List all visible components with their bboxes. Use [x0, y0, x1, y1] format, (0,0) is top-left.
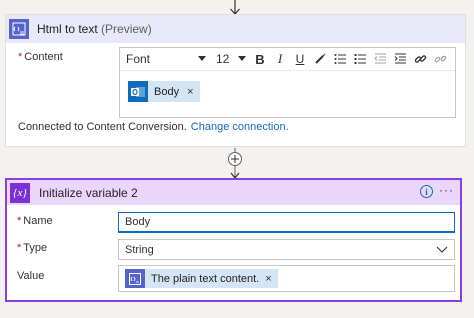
link-icon[interactable]	[410, 50, 430, 68]
numbered-list-icon[interactable]	[350, 50, 370, 68]
more-options-icon[interactable]: ···	[439, 184, 454, 198]
content-label: * Content	[18, 51, 63, 63]
connection-text: Connected to Content Conversion.	[18, 121, 187, 133]
required-mark: *	[18, 51, 23, 63]
content-editor[interactable]: Font 12 B I U Body ×	[119, 47, 456, 118]
html-to-text-icon	[125, 269, 145, 288]
add-step-connector	[225, 148, 245, 180]
change-connection-link[interactable]: Change connection.	[191, 121, 289, 133]
content-label-text: Content	[24, 51, 63, 63]
plus-icon[interactable]	[228, 152, 242, 166]
value-label-text: Value	[17, 270, 45, 282]
card-header[interactable]: Html to text (Preview)	[6, 15, 465, 43]
unlink-icon[interactable]	[430, 50, 450, 68]
font-value: Font	[126, 52, 151, 66]
info-icon[interactable]: i	[420, 185, 433, 198]
card-title-text: Html to text	[37, 22, 98, 36]
required-mark: *	[17, 215, 22, 227]
caret-down-icon	[198, 56, 206, 61]
token-label: The plain text content.	[151, 272, 260, 285]
name-value: Body	[125, 216, 151, 228]
name-label: * Name	[17, 215, 53, 227]
highlight-pen-icon[interactable]	[310, 50, 330, 68]
rich-text-toolbar: Font 12 B I U	[120, 48, 455, 71]
card-header[interactable]: {x} Initialize variable 2 i ···	[7, 180, 460, 205]
type-label: * Type	[17, 242, 47, 254]
card-title: Html to text (Preview)	[37, 22, 152, 36]
font-size-dropdown[interactable]: 12	[212, 50, 250, 68]
caret-down-icon	[238, 56, 246, 61]
dynamic-content-token[interactable]: The plain text content. ×	[125, 269, 278, 288]
outlook-icon	[128, 81, 148, 102]
underline-button[interactable]: U	[290, 50, 310, 68]
card-title: Initialize variable 2	[39, 185, 138, 200]
initialize-variable-card: {x} Initialize variable 2 i ··· * Name Bo…	[5, 178, 462, 302]
name-label-text: Name	[23, 215, 53, 227]
font-size-value: 12	[216, 52, 230, 66]
type-label-text: Type	[23, 242, 48, 254]
preview-tag: (Preview)	[101, 22, 152, 36]
increase-indent-icon[interactable]	[390, 50, 410, 68]
html-to-text-card: Html to text (Preview) * Content Font 12 …	[5, 14, 466, 147]
remove-token-icon[interactable]: ×	[265, 273, 271, 285]
dynamic-content-token[interactable]: Body ×	[128, 81, 200, 102]
bullet-list-icon[interactable]	[330, 50, 350, 68]
chevron-down-icon	[436, 246, 448, 253]
name-input[interactable]: Body	[118, 212, 455, 233]
connection-info: Connected to Content Conversion. Change c…	[18, 121, 289, 133]
bold-button[interactable]: B	[250, 50, 270, 68]
remove-token-icon[interactable]: ×	[187, 86, 193, 98]
required-mark: *	[17, 242, 22, 254]
italic-button[interactable]: I	[270, 50, 290, 68]
token-label: Body	[154, 85, 180, 98]
value-label: Value	[17, 270, 44, 282]
variable-icon: {x}	[10, 182, 30, 203]
font-dropdown[interactable]: Font	[126, 50, 210, 68]
html-to-text-icon	[9, 19, 29, 39]
type-dropdown[interactable]: String	[118, 239, 455, 260]
value-input[interactable]: The plain text content. ×	[118, 265, 455, 292]
type-value: String	[125, 243, 154, 256]
decrease-indent-icon[interactable]	[370, 50, 390, 68]
